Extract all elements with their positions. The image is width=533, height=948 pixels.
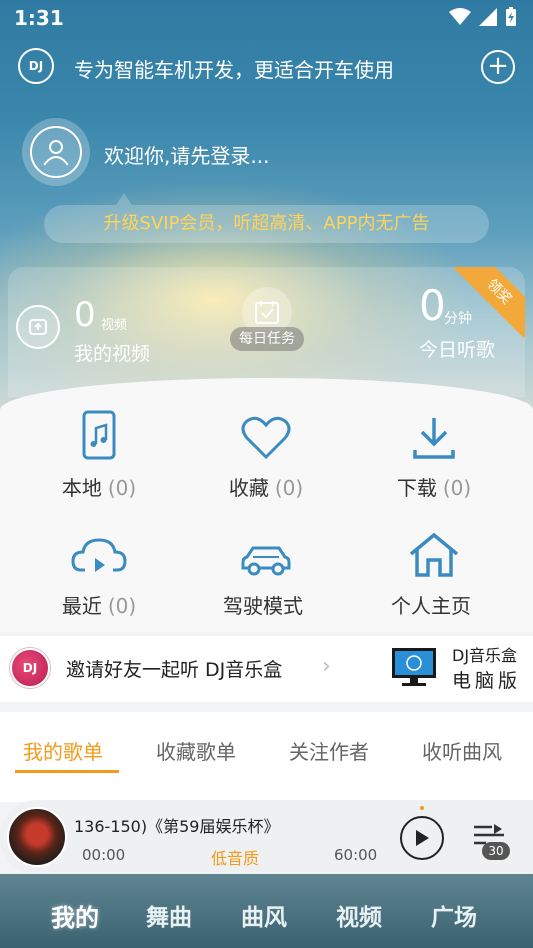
nav-video[interactable]: 视频	[336, 898, 382, 932]
phone-music-icon	[10, 404, 188, 460]
grid-item-favorites[interactable]: 收藏 (0)	[177, 404, 355, 501]
status-icons	[449, 7, 517, 27]
login-prompt[interactable]: 欢迎你,请先登录...	[104, 140, 269, 169]
video-icon[interactable]	[16, 305, 60, 349]
cloud-play-icon	[10, 522, 188, 578]
dj-logo-text: DJ	[28, 59, 44, 73]
tab-genres[interactable]: 收听曲风	[422, 736, 502, 765]
queue-count-badge: 30	[482, 842, 510, 860]
track-title: 136-150)《第59届娱乐杯》	[74, 817, 280, 836]
tab-followed-authors[interactable]: 关注作者	[289, 736, 369, 765]
status-time: 1:31	[14, 6, 64, 30]
daily-task-label[interactable]: 每日任务	[230, 327, 304, 351]
duration: 60:00	[334, 846, 378, 864]
top-bar: DJ 专为智能车机开发，更适合开车使用 +	[0, 44, 533, 90]
home-icon	[345, 522, 523, 578]
grid-label-downloads: 下载	[396, 476, 437, 500]
user-icon	[30, 126, 82, 178]
nav-genre[interactable]: 曲风	[241, 898, 287, 932]
grid-label-favorites: 收藏	[228, 476, 269, 500]
grid-count-downloads: (0)	[442, 476, 472, 500]
vip-banner[interactable]: 升级SVIP会员，听超高清、APP内无广告	[44, 205, 489, 243]
listen-unit: 分钟	[444, 311, 472, 327]
grid-label-recent: 最近	[61, 594, 102, 618]
grid-count-favorites: (0)	[274, 476, 304, 500]
play-icon	[416, 830, 429, 846]
bottom-nav: 我的 舞曲 曲风 视频 广场	[0, 874, 533, 948]
videos-unit: 视频	[101, 318, 128, 333]
monitor-icon[interactable]	[390, 646, 438, 688]
mini-player[interactable]: 136-150)《第59届娱乐杯》 00:00 低音质 60:00 30	[0, 800, 533, 874]
chevron-right-icon: ›	[322, 654, 331, 679]
nav-mine[interactable]: 我的	[51, 898, 99, 933]
today-listen-label[interactable]: 今日听歌	[419, 335, 495, 362]
playlist-tabs: 我的歌单 收藏歌单 关注作者 收听曲风	[0, 712, 533, 802]
progress-dot	[420, 806, 424, 810]
my-videos-label[interactable]: 我的视频	[74, 339, 150, 366]
grid-count-recent: (0)	[107, 594, 137, 618]
dj-logo-icon[interactable]: DJ	[18, 48, 54, 84]
album-cover[interactable]	[7, 807, 67, 867]
tab-my-playlists[interactable]: 我的歌单	[23, 736, 103, 765]
avatar[interactable]	[22, 118, 90, 186]
quality-toggle[interactable]: 低音质	[211, 845, 259, 869]
wifi-icon	[449, 8, 471, 25]
signal-icon	[479, 8, 497, 26]
nav-dance[interactable]: 舞曲	[146, 898, 192, 932]
tab-saved-playlists[interactable]: 收藏歌单	[156, 736, 236, 765]
heart-icon	[177, 404, 355, 460]
invite-banner[interactable]: DJ 邀请好友一起听 DJ音乐盒 › DJ音乐盒 电脑版	[0, 636, 533, 702]
grid-label-local: 本地	[61, 476, 102, 500]
dj-badge-icon: DJ	[10, 648, 50, 688]
videos-count: 0	[74, 295, 96, 335]
grid-item-recent[interactable]: 最近 (0)	[10, 522, 188, 619]
grid-item-local[interactable]: 本地 (0)	[10, 404, 188, 501]
battery-icon	[506, 7, 516, 26]
car-icon	[177, 522, 355, 578]
pc-version-subtitle[interactable]: 电脑版	[452, 666, 521, 693]
grid-label-drive-mode: 驾驶模式	[223, 594, 303, 618]
invite-text: 邀请好友一起听 DJ音乐盒	[66, 659, 283, 681]
grid-count-local: (0)	[107, 476, 137, 500]
top-slogan: 专为智能车机开发，更适合开车使用	[74, 58, 394, 82]
current-time: 00:00	[82, 846, 126, 864]
download-icon	[345, 404, 523, 460]
pc-version-title[interactable]: DJ音乐盒	[452, 642, 517, 666]
listen-minutes: 0	[419, 281, 446, 330]
status-bar: 1:31	[0, 0, 533, 36]
grid-label-homepage: 个人主页	[391, 594, 471, 618]
add-button[interactable]: +	[481, 50, 515, 84]
nav-plaza[interactable]: 广场	[431, 898, 477, 932]
dj-badge-text: DJ	[22, 661, 38, 675]
vip-caret	[116, 193, 132, 205]
play-button[interactable]	[400, 816, 444, 860]
tab-indicator	[15, 770, 119, 773]
grid-item-drive-mode[interactable]: 驾驶模式	[177, 522, 355, 619]
grid-item-homepage[interactable]: 个人主页	[345, 522, 523, 619]
grid-item-downloads[interactable]: 下载 (0)	[345, 404, 523, 501]
